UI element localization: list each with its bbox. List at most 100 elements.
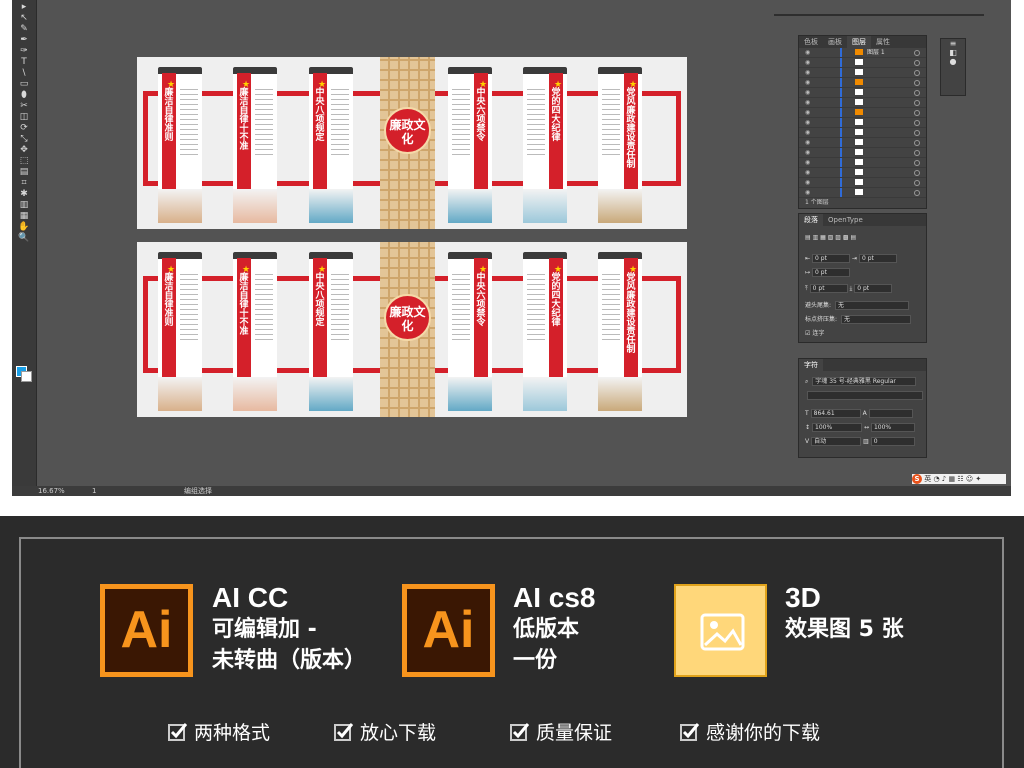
tool-button[interactable]: ⬚ (12, 156, 36, 167)
font-family-select[interactable]: 字魂 35 号-经典雅黑 Regular (812, 377, 917, 386)
target-icon[interactable] (914, 110, 920, 116)
space-before-field[interactable]: 0 pt (809, 284, 848, 293)
eye-icon[interactable]: ◉ (805, 79, 810, 86)
target-icon[interactable] (914, 160, 920, 166)
tab-swatches[interactable]: 色板 (799, 36, 823, 48)
mojikumi-select[interactable]: 无 (840, 315, 911, 324)
sublayer-row[interactable]: ◉ (799, 148, 926, 158)
sublayer-row[interactable]: ◉ (799, 78, 926, 88)
horizontal-scale-field[interactable]: 100% (870, 423, 915, 432)
font-size-field[interactable]: 864.61 (810, 409, 861, 418)
vertical-scale-field[interactable]: 100% (812, 423, 863, 432)
eye-icon[interactable]: ◉ (805, 169, 810, 176)
tool-button[interactable]: ⬮ (12, 90, 36, 101)
tool-button[interactable]: ⤡ (12, 134, 36, 145)
tool-button[interactable]: ▸ (12, 2, 36, 13)
tool-button[interactable]: ✒ (12, 35, 36, 46)
tracking-field[interactable]: 0 (870, 437, 915, 446)
sublayer-row[interactable]: ◉ (799, 118, 926, 128)
tool-button[interactable]: ▥ (12, 200, 36, 211)
artboard-number[interactable]: 1 (92, 486, 96, 496)
right-indent-field[interactable]: 0 pt (858, 254, 897, 263)
target-icon[interactable] (914, 100, 920, 106)
menu-icon[interactable]: ≡ (941, 39, 965, 48)
eye-icon[interactable]: ◉ (805, 149, 810, 156)
tool-button[interactable]: ▭ (12, 79, 36, 90)
eye-icon[interactable]: ◉ (805, 89, 810, 96)
layer-row[interactable]: ◉ 图层 1 (799, 48, 926, 58)
eye-icon[interactable]: ◉ (805, 99, 810, 106)
tool-button[interactable]: 🔍 (12, 233, 36, 244)
panel-title: 党风廉政建设责任制 (626, 273, 636, 355)
tool-button[interactable]: ✋ (12, 222, 36, 233)
layer-thumbnail (855, 179, 863, 185)
sublayer-row[interactable]: ◉ (799, 88, 926, 98)
eye-icon[interactable]: ◉ (805, 69, 810, 76)
swatch-icon[interactable]: ◧ (941, 48, 965, 57)
sublayer-row[interactable]: ◉ (799, 158, 926, 168)
target-icon[interactable] (914, 150, 920, 156)
hyphenate-checkbox[interactable]: ☑ (805, 330, 810, 337)
sublayer-row[interactable]: ◉ (799, 58, 926, 68)
eye-icon[interactable]: ◉ (805, 159, 810, 166)
tab-layers[interactable]: 图层 (847, 36, 871, 48)
target-icon[interactable] (914, 90, 920, 96)
tool-button[interactable]: ⟳ (12, 123, 36, 134)
eye-icon[interactable]: ◉ (805, 109, 810, 116)
tool-button[interactable]: ▦ (12, 211, 36, 222)
target-icon[interactable] (914, 70, 920, 76)
tab-character[interactable]: 字符 (799, 359, 823, 371)
sublayer-row[interactable]: ◉ (799, 68, 926, 78)
tool-button[interactable]: ▤ (12, 167, 36, 178)
ime-toolbar[interactable]: S 英 ◔ ♪ ▦ ☷ ☺ ✦ (912, 474, 1006, 484)
sublayer-row[interactable]: ◉ (799, 138, 926, 148)
target-icon[interactable] (914, 80, 920, 86)
kinsoku-select[interactable]: 无 (834, 301, 909, 310)
kerning-field[interactable]: 自动 (811, 437, 862, 446)
eye-icon[interactable]: ◉ (805, 139, 810, 146)
eye-icon[interactable]: ◉ (805, 59, 810, 66)
stroke-color-swatch[interactable] (21, 371, 32, 382)
appearance-icon[interactable]: ● (941, 57, 965, 66)
sublayer-row[interactable]: ◉ (799, 108, 926, 118)
target-icon[interactable] (914, 190, 920, 196)
tab-properties[interactable]: 属性 (871, 36, 895, 48)
eye-icon[interactable]: ◉ (805, 129, 810, 136)
eye-icon[interactable]: ◉ (805, 189, 810, 196)
sublayer-row[interactable]: ◉ (799, 98, 926, 108)
target-icon[interactable] (914, 180, 920, 186)
eye-icon[interactable]: ◉ (805, 49, 810, 56)
artboard-1[interactable]: ★ 廉洁自律准则 ★ 廉洁自律十不准 ★ 中央八项规定 廉政文化 ★ 中央六项禁… (137, 57, 687, 229)
tool-button[interactable]: ✱ (12, 189, 36, 200)
tool-button[interactable]: T (12, 57, 36, 68)
leading-field[interactable] (868, 409, 913, 418)
sublayer-row[interactable]: ◉ (799, 178, 926, 188)
tab-paragraph[interactable]: 段落 (799, 214, 823, 226)
tool-button[interactable]: ⌗ (12, 178, 36, 189)
first-line-indent-field[interactable]: 0 pt (812, 268, 851, 277)
sublayer-row[interactable]: ◉ (799, 128, 926, 138)
eye-icon[interactable]: ◉ (805, 119, 810, 126)
target-icon[interactable] (914, 140, 920, 146)
target-icon[interactable] (914, 60, 920, 66)
zoom-level[interactable]: 16.67% (38, 486, 65, 496)
target-icon[interactable] (914, 170, 920, 176)
tool-button[interactable]: ✂ (12, 101, 36, 112)
space-after-field[interactable]: 0 pt (854, 284, 893, 293)
artboard-2[interactable]: ★ 廉洁自律准则 ★ 廉洁自律十不准 ★ 中央八项规定 廉政文化 ★ 中央六项禁… (137, 242, 687, 417)
tab-opentype[interactable]: OpenType (823, 214, 868, 226)
target-icon[interactable] (914, 120, 920, 126)
eye-icon[interactable]: ◉ (805, 179, 810, 186)
tab-artboards[interactable]: 画板 (823, 36, 847, 48)
tool-button[interactable]: ✑ (12, 46, 36, 57)
left-indent-field[interactable]: 0 pt (812, 254, 851, 263)
tool-button[interactable]: ↖ (12, 13, 36, 24)
tool-button[interactable]: \ (12, 68, 36, 79)
target-icon[interactable] (914, 130, 920, 136)
font-style-select[interactable] (807, 391, 923, 400)
sublayer-row[interactable]: ◉ (799, 168, 926, 178)
tool-button[interactable]: ◫ (12, 112, 36, 123)
tool-button[interactable]: ✥ (12, 145, 36, 156)
align-buttons[interactable]: ▤ ▥ ▦ ▧ ▨ ▩ ▤ (805, 234, 856, 241)
tool-button[interactable]: ✎ (12, 24, 36, 35)
